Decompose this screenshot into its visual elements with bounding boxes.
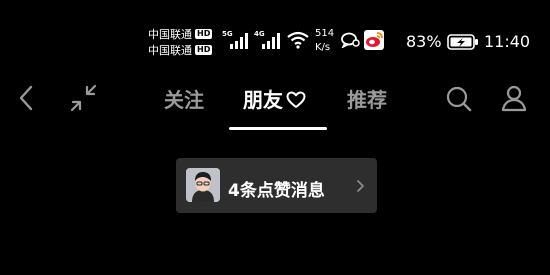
carrier-2-name: 中国联通: [148, 44, 192, 57]
signal-bars-icon: [262, 33, 280, 49]
like-notification-button[interactable]: 4条点赞消息: [176, 158, 377, 213]
carrier-2: 中国联通 HD: [148, 42, 218, 58]
tab-recommend[interactable]: 推荐: [347, 84, 387, 113]
tab-friends[interactable]: 朋友: [243, 84, 306, 113]
battery-charging-icon: [447, 34, 478, 50]
hd-badge-2: HD: [195, 45, 213, 55]
heart-icon: [286, 91, 306, 108]
carrier-1: 中国联通 HD: [148, 26, 218, 42]
chevron-left-icon[interactable]: [14, 84, 40, 112]
tab-friends-label: 朋友: [243, 88, 283, 112]
signal-bars-icon: [230, 33, 248, 49]
clock: 11:40: [484, 32, 531, 51]
carrier-1-name: 中国联通: [148, 28, 192, 41]
chevron-right-icon: [357, 180, 364, 192]
user-icon[interactable]: [500, 84, 528, 112]
top-nav: 关注 朋友 推荐: [0, 72, 550, 132]
tab-follow[interactable]: 关注: [164, 84, 204, 113]
weibo-app-icon: [364, 30, 384, 50]
notification-text: 4条点赞消息: [228, 181, 325, 201]
carrier-info: 中国联通 HD 中国联通 HD: [148, 26, 218, 58]
battery-percent: 83%: [406, 32, 442, 51]
chat-bubble-icon: [341, 32, 360, 48]
hd-badge-1: HD: [195, 29, 213, 39]
status-bar: 中国联通 HD 中国联通 HD 5G 4G 514 K/s 83% 11:40: [0, 0, 550, 60]
wifi-icon: [287, 31, 309, 49]
search-icon[interactable]: [445, 85, 473, 113]
collapse-icon[interactable]: [68, 84, 100, 112]
avatar: [186, 168, 220, 202]
active-tab-indicator: [229, 127, 327, 130]
